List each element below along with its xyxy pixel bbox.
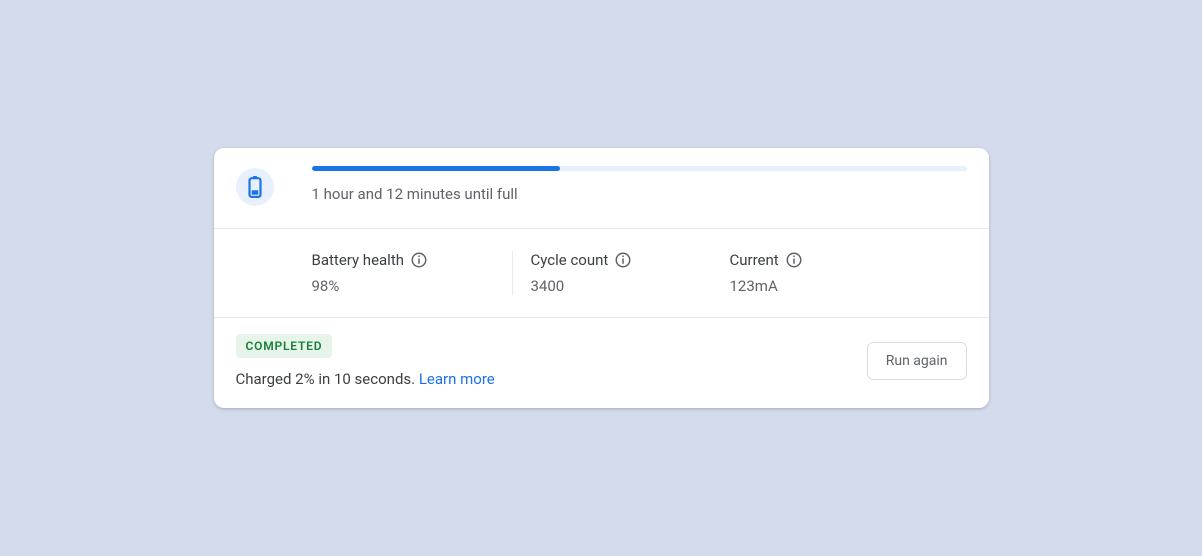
cycle-count-label: Cycle count [531, 251, 609, 269]
time-until-full: 1 hour and 12 minutes until full [312, 185, 967, 203]
status-badge: COMPLETED [236, 334, 333, 358]
current-value: 123mA [730, 277, 803, 295]
cycle-count-value: 3400 [531, 277, 672, 295]
stat-current: Current 123mA [712, 251, 843, 295]
battery-health-label: Battery health [312, 251, 405, 269]
stats-row: Battery health 98% Cycle count 3400 Curr… [214, 229, 989, 317]
stat-label: Current [730, 251, 803, 269]
charge-info: 1 hour and 12 minutes until full [312, 166, 967, 203]
charge-section: 1 hour and 12 minutes until full [214, 148, 989, 228]
stat-battery-health: Battery health 98% [312, 251, 512, 295]
run-again-button[interactable]: Run again [867, 342, 967, 380]
battery-icon [236, 168, 274, 206]
info-icon[interactable] [785, 251, 803, 269]
result-text: Charged 2% in 10 seconds. Learn more [236, 370, 495, 388]
current-label: Current [730, 251, 779, 269]
info-icon[interactable] [410, 251, 428, 269]
charge-progress-fill [312, 166, 561, 171]
learn-more-link[interactable]: Learn more [419, 370, 495, 388]
stat-cycle-count: Cycle count 3400 [512, 251, 712, 295]
stat-label: Cycle count [531, 251, 672, 269]
info-icon[interactable] [614, 251, 632, 269]
charge-result: Charged 2% in 10 seconds. [236, 370, 416, 388]
charge-progress-bar [312, 166, 967, 171]
footer-left: COMPLETED Charged 2% in 10 seconds. Lear… [236, 334, 495, 388]
battery-diagnostics-card: 1 hour and 12 minutes until full Battery… [214, 148, 989, 408]
stat-label: Battery health [312, 251, 472, 269]
footer-section: COMPLETED Charged 2% in 10 seconds. Lear… [214, 318, 989, 408]
battery-health-value: 98% [312, 277, 472, 295]
